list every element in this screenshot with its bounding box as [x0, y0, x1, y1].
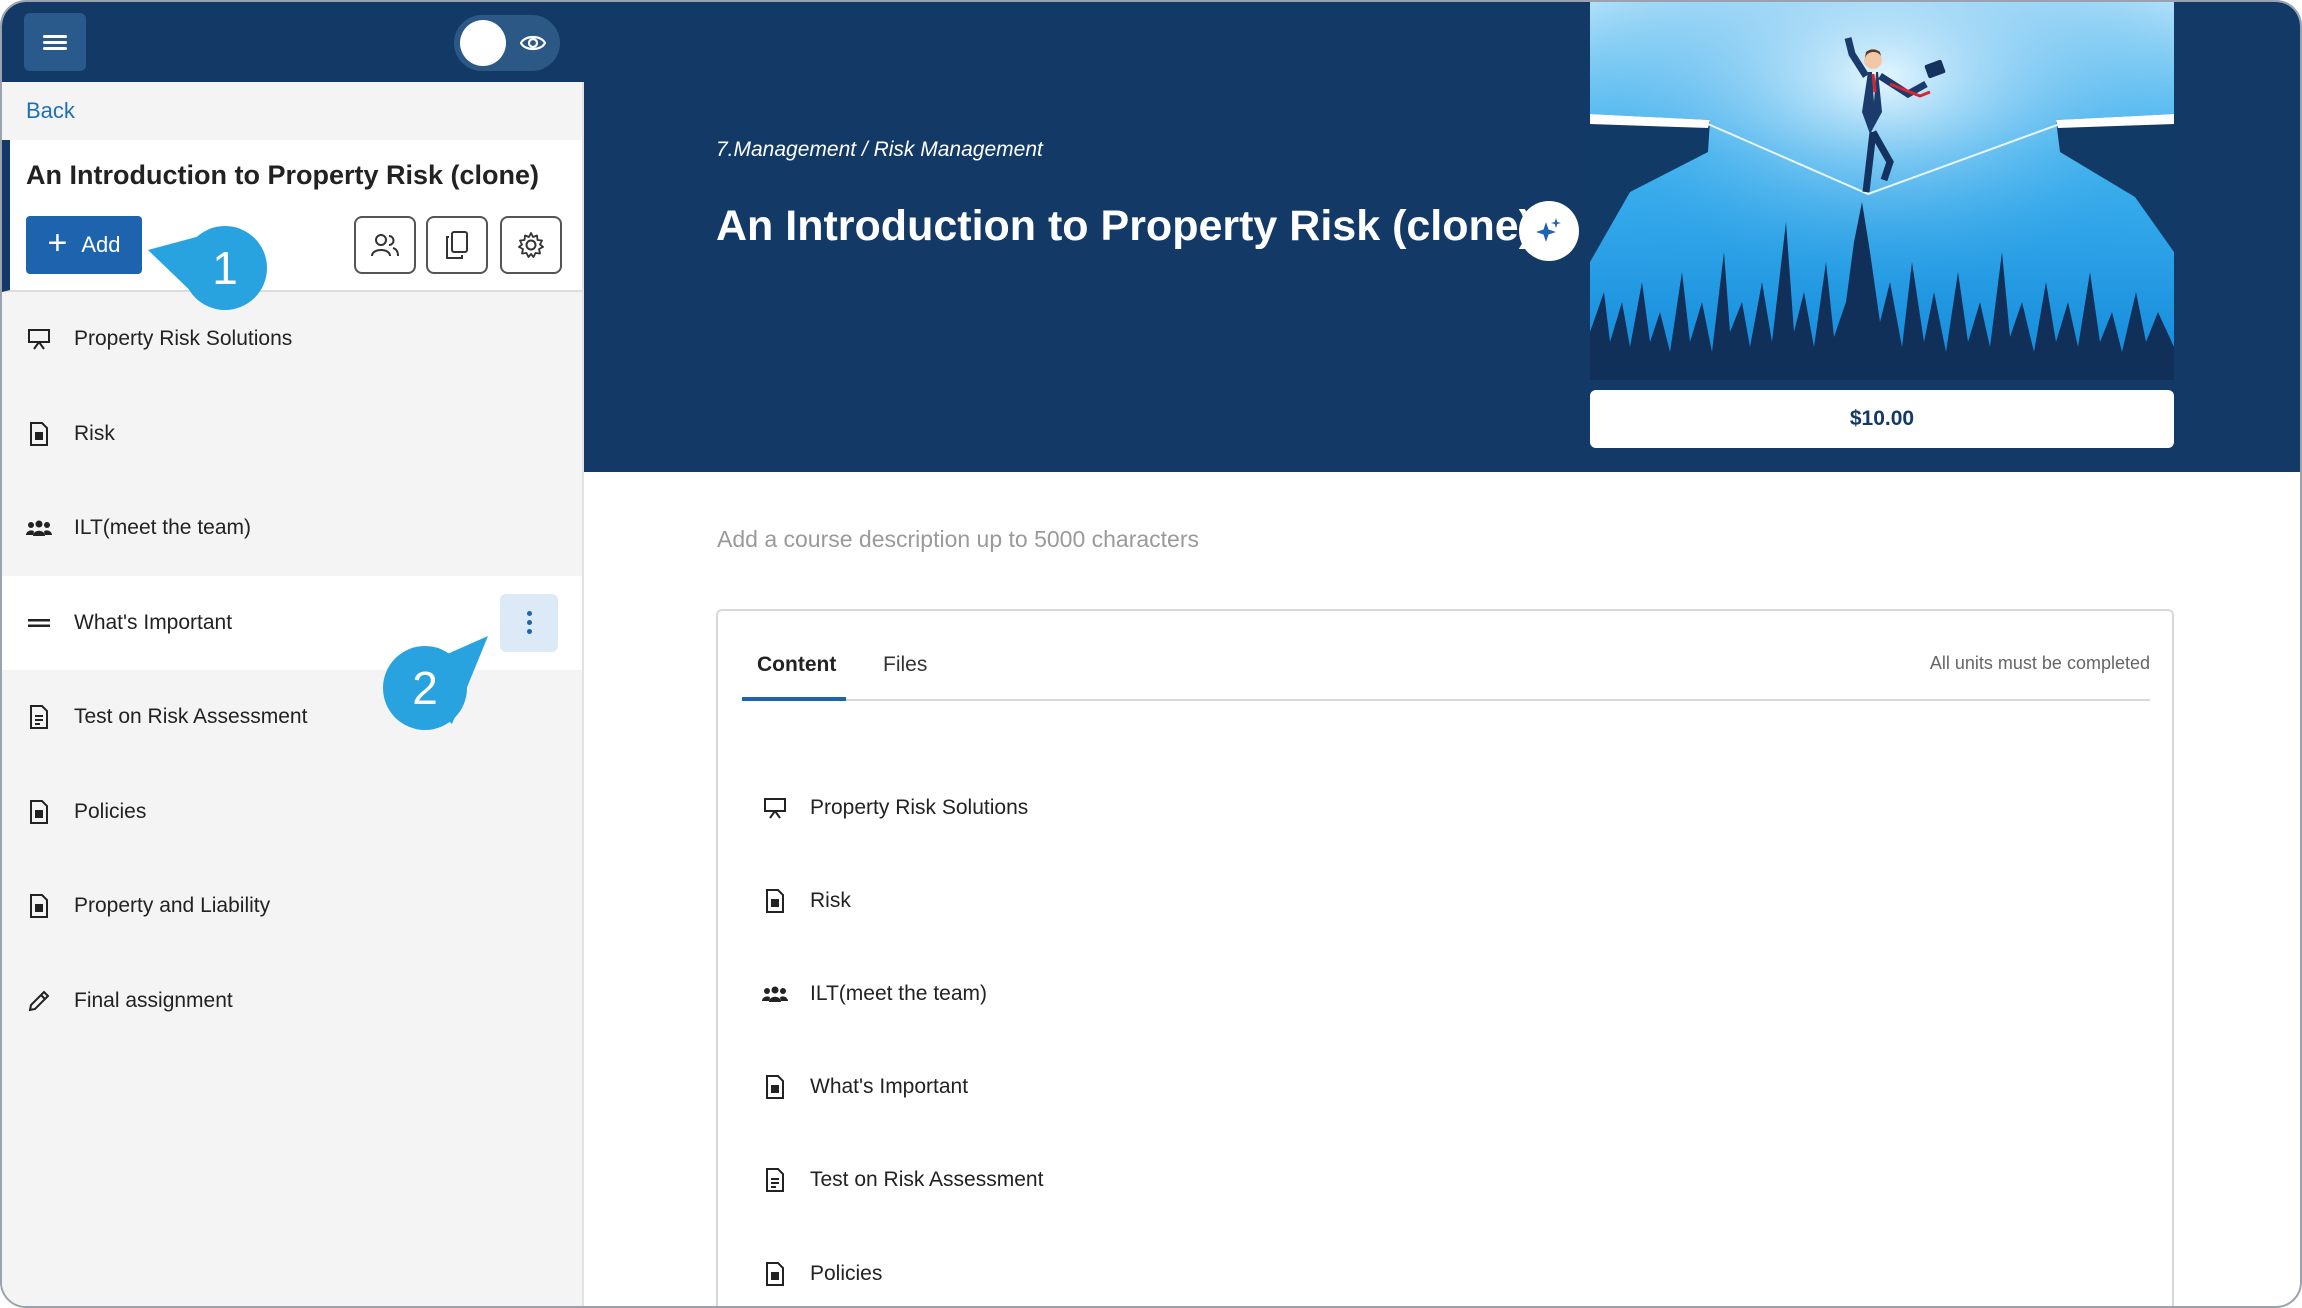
page-title[interactable]: An Introduction to Property Risk (clone) [716, 202, 1533, 251]
content-unit-item[interactable]: What's Important [762, 1041, 1043, 1134]
sidebar-unit-item[interactable]: Final assignment [2, 954, 582, 1049]
users-button[interactable] [354, 216, 416, 274]
hamburger-icon [43, 32, 67, 53]
sidebar-unit-item[interactable]: Policies [2, 765, 582, 860]
document-icon [762, 1261, 788, 1287]
unit-label: What's Important [810, 1075, 969, 1099]
content-unit-item[interactable]: ILT(meet the team) [762, 947, 1043, 1040]
course-header-banner: 7.Management / Risk Management An Introd… [584, 2, 2300, 472]
unit-label: Risk [74, 421, 115, 445]
test-icon [26, 704, 52, 730]
group-icon [26, 515, 52, 541]
unit-label: Risk [810, 888, 851, 912]
more-options-button[interactable] [500, 593, 558, 652]
unit-label: Policies [74, 799, 147, 823]
unit-label: Policies [810, 1261, 883, 1285]
unit-label: Final assignment [74, 988, 233, 1012]
preview-toggle[interactable] [454, 15, 560, 71]
unit-label: Test on Risk Assessment [74, 705, 308, 729]
content-unit-item[interactable]: Risk [762, 854, 1043, 947]
sidebar-unit-item[interactable]: Property Risk Solutions [2, 292, 582, 387]
unit-label: Property Risk Solutions [810, 795, 1029, 819]
callout-badge-1: 1 [183, 226, 267, 310]
document-icon [762, 1074, 788, 1100]
callout-badge-2: 2 [383, 646, 467, 730]
unit-label: What's Important [74, 610, 233, 634]
add-button[interactable]: + Add [26, 216, 142, 274]
app-frame: Back An Introduction to Property Risk (c… [0, 0, 2302, 1308]
gear-icon [518, 232, 544, 258]
price-button[interactable]: $10.00 [1590, 390, 2174, 448]
tab-content[interactable]: Content [757, 653, 836, 677]
sparkle-icon [1536, 218, 1561, 242]
pencil-icon [26, 988, 52, 1014]
eye-icon [520, 35, 546, 51]
back-link[interactable]: Back [26, 98, 75, 124]
description-placeholder[interactable]: Add a course description up to 5000 char… [717, 526, 1199, 553]
sidebar-unit-item[interactable]: Property and Liability [2, 859, 582, 954]
section-icon [26, 610, 52, 636]
copy-button[interactable] [426, 216, 488, 274]
test-icon [762, 1167, 788, 1193]
users-icon [371, 234, 399, 257]
settings-button[interactable] [500, 216, 562, 274]
content-card: Content Files All units must be complete… [716, 609, 2174, 1306]
ai-assist-button[interactable] [1519, 201, 1579, 261]
tightrope-illustration [1590, 2, 2174, 380]
unit-label: Test on Risk Assessment [810, 1168, 1044, 1192]
unit-label: ILT(meet the team) [810, 981, 988, 1005]
copy-icon [446, 231, 468, 259]
sidebar-unit-item[interactable]: ILT(meet the team) [2, 481, 582, 576]
active-tab-indicator [742, 697, 846, 701]
course-title-block: An Introduction to Property Risk (clone)… [2, 140, 582, 292]
document-icon [26, 893, 52, 919]
menu-button[interactable] [24, 13, 86, 71]
sidebar: Back An Introduction to Property Risk (c… [2, 2, 584, 1306]
add-button-label: Add [81, 232, 121, 257]
document-icon [26, 421, 52, 447]
completion-rule-text[interactable]: All units must be completed [1930, 653, 2150, 674]
sidebar-topbar [2, 2, 584, 82]
toggle-knob [460, 20, 506, 66]
sidebar-unit-item[interactable]: Risk [2, 387, 582, 482]
tab-files[interactable]: Files [883, 653, 927, 677]
unit-label: Property Risk Solutions [74, 327, 293, 351]
presentation-icon [26, 326, 52, 352]
content-unit-item[interactable]: Test on Risk Assessment [762, 1134, 1043, 1227]
course-cover-image[interactable] [1590, 2, 2174, 380]
content-unit-item[interactable]: Policies [762, 1227, 1043, 1306]
content-unit-item[interactable]: Property Risk Solutions [762, 761, 1043, 854]
breadcrumb[interactable]: 7.Management / Risk Management [716, 138, 1043, 162]
plus-icon: + [47, 224, 68, 262]
unit-label: Property and Liability [74, 894, 271, 918]
unit-label: ILT(meet the team) [74, 516, 252, 540]
sidebar-course-title: An Introduction to Property Risk (clone) [26, 160, 540, 190]
presentation-icon [762, 795, 788, 821]
document-icon [762, 888, 788, 914]
tab-bar: Content Files All units must be complete… [742, 611, 2150, 701]
document-icon [26, 799, 52, 825]
group-icon [762, 981, 788, 1007]
content-unit-list: Property Risk Solutions Risk ILT(meet th… [762, 761, 1043, 1306]
